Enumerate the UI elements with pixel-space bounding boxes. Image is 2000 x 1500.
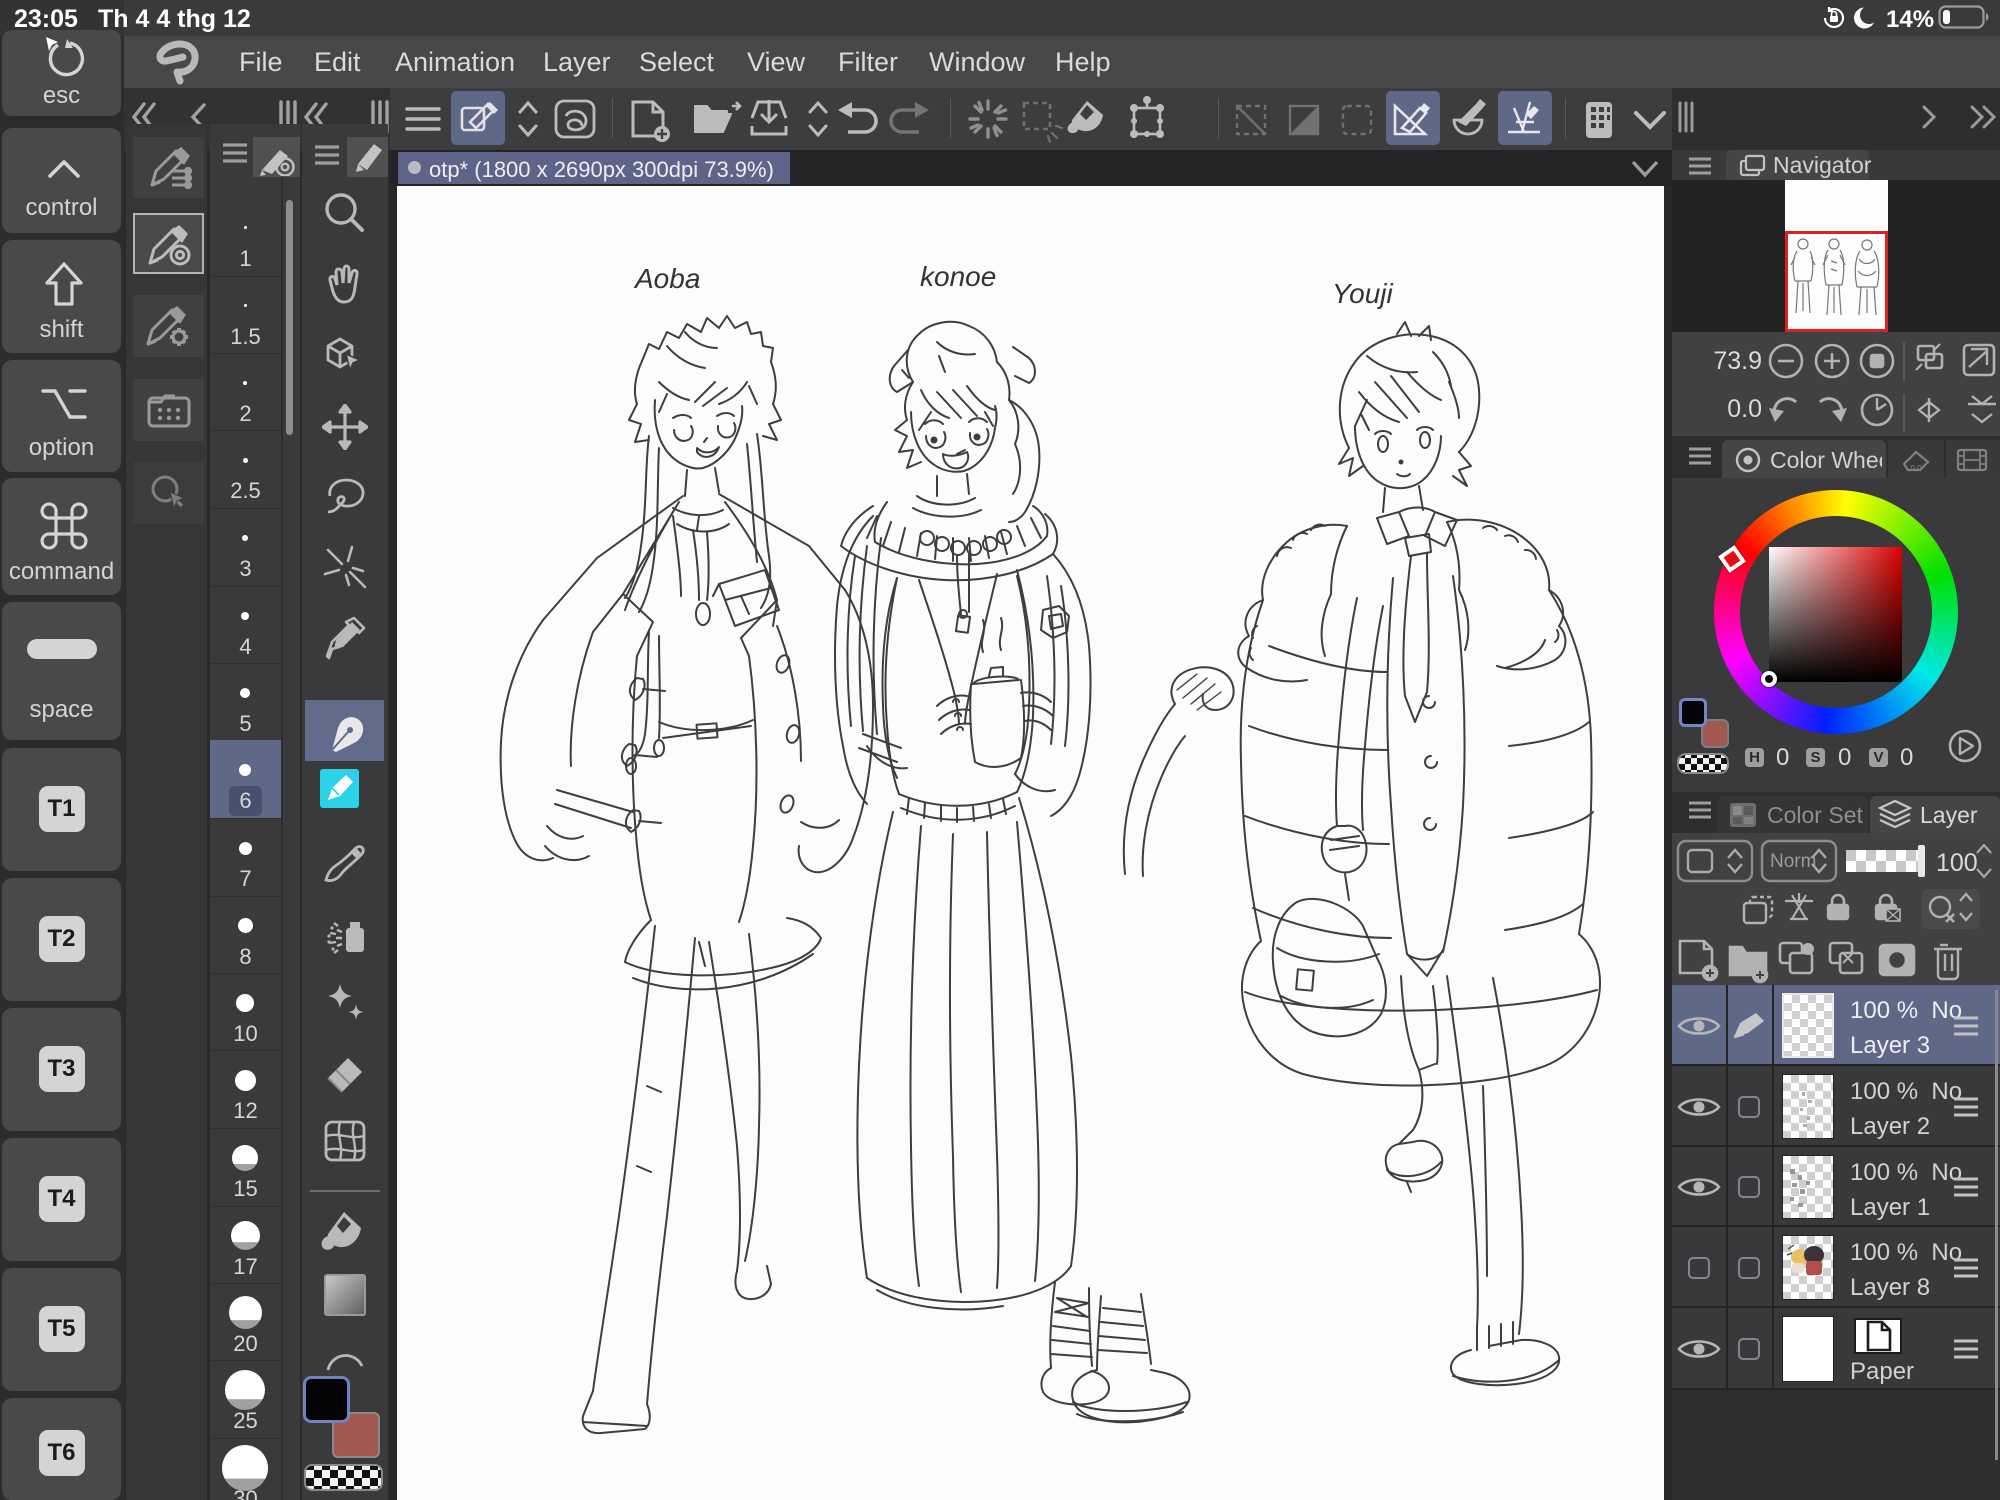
svg-text:100: 100: [1936, 849, 1978, 877]
svg-text:konoe: konoe: [920, 261, 996, 292]
svg-text:Norm: Norm: [1770, 851, 1816, 872]
svg-text:Youji: Youji: [1332, 278, 1393, 309]
svg-text:0.0: 0.0: [1910, 464, 1922, 472]
svg-text:Aoba: Aoba: [633, 263, 700, 294]
